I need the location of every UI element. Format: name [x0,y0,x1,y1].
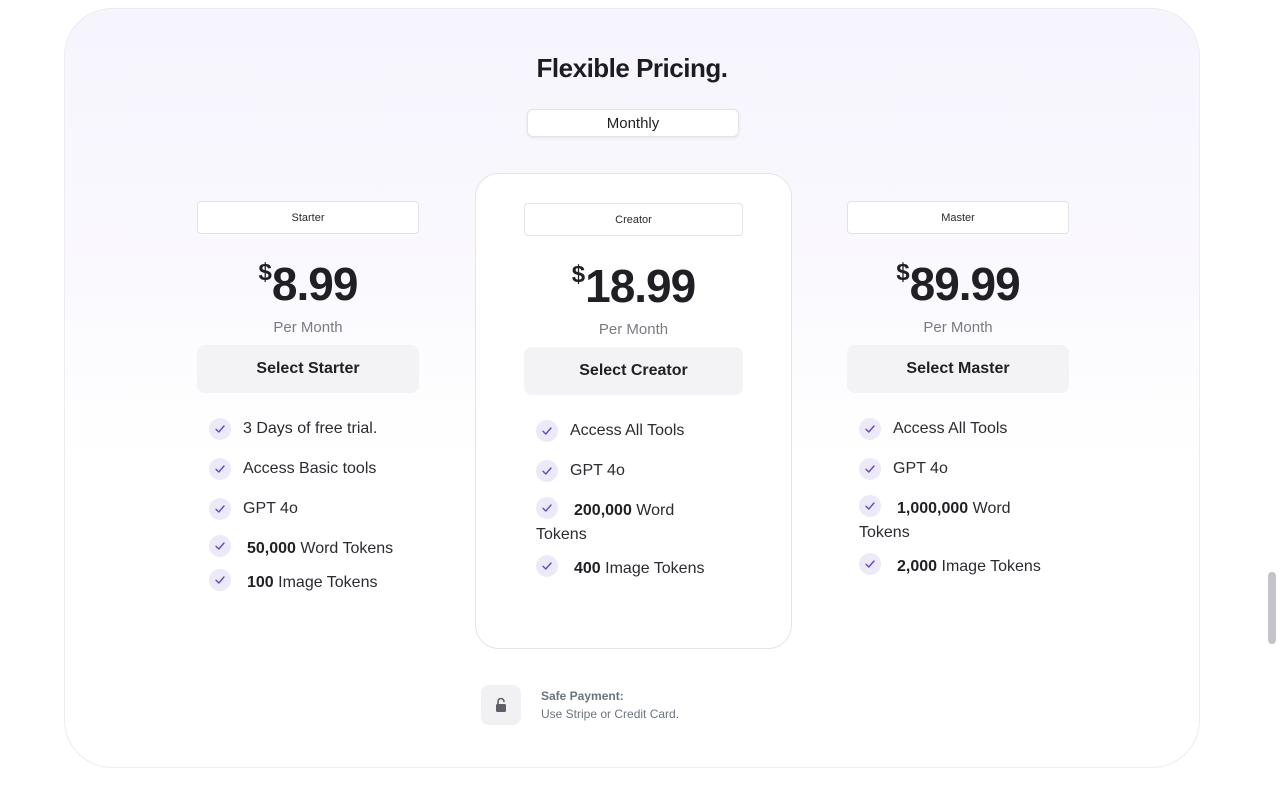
plan-card-master: Master $89.99 Per Month Select Master Ac… [847,201,1069,621]
feature-text: GPT 4o [893,460,948,477]
plan-name-badge: Starter [197,201,419,234]
plan-card-creator: Creator $18.99 Per Month Select Creator … [475,173,792,649]
select-master-button[interactable]: Select Master [847,345,1069,393]
check-icon [859,458,881,480]
feature-label: Image Tokens [278,574,378,591]
plan-name-badge: Master [847,201,1069,234]
feature-text: 100 Image Tokens [247,571,377,595]
check-icon [209,535,231,557]
feature-list: 3 Days of free trial. Access Basic tools… [209,417,429,617]
plan-period: Per Month [598,321,669,338]
plan-card-starter: Starter $8.99 Per Month Select Starter 3… [197,201,419,621]
check-icon [536,420,558,442]
scrollbar-thumb[interactable] [1268,572,1276,644]
page-title: Flexible Pricing. [536,53,728,83]
feature-amount: 50,000 [247,540,296,557]
select-starter-button[interactable]: Select Starter [197,345,419,393]
plan-price: $8.99 [197,258,419,310]
currency-symbol: $ [896,259,909,286]
check-icon [859,495,881,517]
currency-symbol: $ [258,259,272,286]
feature-amount: 400 [574,560,601,577]
feature-list: Access All Tools GPT 4o 1,000,000 Word T… [859,417,1099,617]
feature-text: 2,000 Image Tokens [897,555,1041,579]
feature-text: 400 Image Tokens [574,557,704,581]
feature-text: 3 Days of free trial. [243,420,378,437]
price-amount: 8.99 [271,258,359,310]
feature-text: 1,000,000 Word [897,497,1011,521]
feature-text: Access Basic tools [243,460,377,477]
plan-period: Per Month [923,319,993,336]
check-icon [859,418,881,440]
select-creator-button[interactable]: Select Creator [524,347,743,395]
page: Flexible Pricing. Monthly Starter $8.99 … [0,0,1280,800]
feature-list: Access All Tools GPT 4o 200,000 Word Tok… [536,419,776,619]
price-amount: 89.99 [909,258,1021,310]
feature-text: Access All Tools [570,422,685,439]
check-icon [209,569,231,591]
check-icon [536,555,558,577]
feature-text: Access All Tools [893,420,1008,437]
feature-text: 200,000 Word [574,499,674,523]
check-icon [536,460,558,482]
feature-amount: 200,000 [574,502,632,519]
feature-label: Word [972,500,1011,517]
feature-text-wrap: Tokens [859,524,910,541]
safe-payment-title: Safe Payment: [541,689,624,703]
feature-amount: 2,000 [897,558,938,575]
check-icon [859,553,881,575]
price-amount: 18.99 [585,260,696,312]
plan-period: Per Month [273,319,343,336]
check-icon [209,418,231,440]
feature-text-wrap: Tokens [536,526,587,543]
plan-price: $18.99 [476,260,791,312]
plan-name-badge: Creator [524,203,743,236]
check-icon [209,458,231,480]
feature-text: GPT 4o [243,500,298,517]
safe-payment-subtitle: Use Stripe or Credit Card. [541,707,680,721]
feature-text: GPT 4o [570,462,625,479]
feature-label: Image Tokens [941,558,1041,575]
lock-icon [481,685,521,725]
billing-toggle-monthly[interactable]: Monthly [527,109,739,137]
feature-label: Image Tokens [605,560,705,577]
safe-payment-note: Safe Payment: Use Stripe or Credit Card. [481,685,741,725]
feature-text: 50,000 Word Tokens [247,537,393,561]
currency-symbol: $ [571,261,585,288]
pricing-panel: Flexible Pricing. Monthly Starter $8.99 … [64,8,1200,768]
check-icon [209,498,231,520]
plan-price: $89.99 [847,258,1069,310]
feature-label: Word [636,502,675,519]
feature-amount: 100 [247,574,274,591]
feature-amount: 1,000,000 [897,500,969,517]
feature-label: Word Tokens [300,540,394,557]
check-icon [536,497,558,519]
